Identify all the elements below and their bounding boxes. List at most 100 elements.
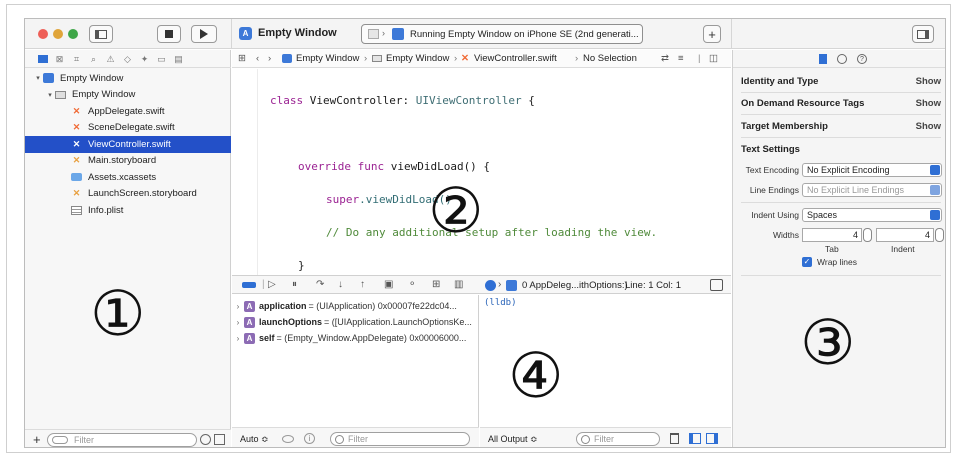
back-button[interactable]: ‹	[256, 53, 259, 64]
project-navigator-tab[interactable]	[37, 54, 48, 64]
status-text: Running Empty Window on iPhone SE (2nd g…	[410, 29, 638, 40]
show-variables-icon[interactable]	[689, 433, 701, 444]
pause-icon[interactable]: ⏸	[292, 279, 297, 290]
asset-catalog-icon	[71, 173, 82, 182]
disclosure-triangle-icon[interactable]: ▾	[33, 74, 43, 82]
source-control-tab[interactable]: ⊠	[54, 54, 65, 64]
report-tab[interactable]: ▤	[173, 54, 184, 64]
debug-bar: | ▷ ⏸ ↷ ↓ ↑ ▣ ⚬ ⊞ ▥ › 0 AppDeleg...ithOp…	[232, 275, 731, 294]
breadcrumb-folder[interactable]: Empty Window	[386, 53, 449, 64]
indent-width-field[interactable]: 4	[876, 228, 934, 242]
variable-row[interactable]: › Aself = (Empty_Window.AppDelegate) 0x000…	[232, 330, 478, 346]
disclosure-triangle-icon[interactable]: ›	[232, 302, 244, 311]
widths-label: Widths	[773, 230, 799, 240]
indent-using-select[interactable]: Spaces	[802, 208, 942, 222]
file-inspector: ? Identity and Type Show On Demand Resou…	[732, 50, 945, 447]
navigator-toggle-button[interactable]	[89, 25, 113, 43]
navigator-item[interactable]: ✕ ViewController.swift	[25, 136, 231, 153]
wrap-lines-checkbox[interactable]: ✓	[802, 257, 812, 267]
trash-icon[interactable]	[670, 433, 679, 444]
editor-options-icon[interactable]: ≡	[678, 53, 684, 64]
navigator-item[interactable]: ▾ Empty Window	[25, 70, 231, 87]
thread-icon[interactable]	[485, 280, 496, 291]
region-marker-2: ②	[428, 174, 484, 247]
scheme-icon	[368, 29, 379, 39]
run-button[interactable]	[191, 25, 217, 43]
step-over-icon[interactable]: ↷	[316, 279, 324, 290]
navigator-item[interactable]: Info.plist	[25, 202, 231, 219]
breadcrumb-symbol[interactable]: No Selection	[583, 53, 637, 64]
help-inspector-tab[interactable]: ?	[857, 54, 867, 64]
library-add-button[interactable]: +	[703, 25, 721, 43]
find-tab[interactable]: ⌕	[88, 54, 99, 64]
breakpoints-toggle-icon[interactable]: ▷	[268, 279, 276, 290]
stop-button[interactable]	[157, 25, 181, 43]
info-icon[interactable]: i	[304, 433, 315, 444]
recent-files-icon[interactable]	[200, 434, 211, 445]
variable-row[interactable]: › AlaunchOptions = ([UIApplication.LaunchO…	[232, 314, 478, 330]
tab-width-stepper[interactable]	[863, 228, 872, 242]
debug-tab[interactable]: ✦	[139, 54, 150, 64]
target-section-header[interactable]: Target Membership Show	[741, 121, 941, 132]
refresh-icon[interactable]: ⇄	[661, 53, 669, 64]
breadcrumb-project[interactable]: Empty Window	[296, 53, 359, 64]
navigator-item[interactable]: Assets.xcassets	[25, 169, 231, 186]
navigator-item[interactable]: ▾ Empty Window	[25, 87, 231, 104]
navigator-item[interactable]: ✕ AppDelegate.swift	[25, 103, 231, 120]
breadcrumb-file[interactable]: ViewController.swift	[474, 53, 557, 64]
stack-frame-label[interactable]: 0 AppDeleg...ithOptions:)	[522, 280, 628, 291]
variable-row[interactable]: › Aapplication = (UIApplication) 0x00007fe…	[232, 298, 478, 314]
disclosure-triangle-icon[interactable]: ›	[232, 318, 244, 327]
navigator-item[interactable]: ✕ LaunchScreen.storyboard	[25, 186, 231, 203]
show-console-icon[interactable]	[706, 433, 718, 444]
navigator-filter-field[interactable]: Filter	[47, 433, 197, 447]
view-hierarchy-icon[interactable]: ▣	[384, 279, 393, 290]
scm-status-icon[interactable]	[214, 434, 225, 445]
stop-icon	[165, 30, 173, 38]
indent-label: Indent	[891, 244, 915, 254]
eye-icon[interactable]	[282, 435, 294, 443]
step-out-icon[interactable]: ↑	[360, 279, 365, 290]
debug-area-toggle[interactable]	[242, 282, 256, 288]
navigator-item[interactable]: ✕ SceneDelegate.swift	[25, 120, 231, 137]
related-items-icon[interactable]: ⊞	[238, 53, 246, 64]
issue-tab[interactable]: ⚠	[105, 54, 116, 64]
history-inspector-tab[interactable]	[837, 54, 847, 64]
environment-icon[interactable]: ⊞	[432, 279, 440, 290]
show-button[interactable]: Show	[916, 121, 941, 132]
symbol-tab[interactable]: ⌗	[71, 54, 82, 64]
disclosure-triangle-icon[interactable]: ›	[232, 334, 244, 343]
output-select[interactable]: All Output ≎	[488, 434, 538, 445]
disclosure-triangle-icon[interactable]: ▾	[45, 91, 55, 99]
indent-width-stepper[interactable]	[935, 228, 944, 242]
close-window-button[interactable]	[38, 29, 48, 39]
odr-section-header[interactable]: On Demand Resource Tags Show	[741, 98, 941, 109]
navigator-item-label: ViewController.swift	[88, 138, 171, 150]
variables-scope-select[interactable]: Auto ≎	[240, 434, 269, 445]
show-button[interactable]: Show	[916, 76, 941, 87]
activity-status[interactable]: › Running Empty Window on iPhone SE (2nd…	[361, 24, 643, 44]
toolbar-divider	[231, 19, 232, 49]
step-into-icon[interactable]: ↓	[338, 279, 343, 290]
show-button[interactable]: Show	[916, 98, 941, 109]
identity-section-header[interactable]: Identity and Type Show	[741, 76, 941, 87]
inspector-toggle-button[interactable]	[912, 25, 934, 43]
console-filter-field[interactable]: Filter	[576, 432, 660, 446]
zoom-window-button[interactable]	[68, 29, 78, 39]
line-gutter	[232, 69, 258, 275]
hide-debug-area-icon[interactable]	[710, 279, 723, 291]
test-tab[interactable]: ◇	[122, 54, 133, 64]
navigator-item[interactable]: ✕ Main.storyboard	[25, 153, 231, 170]
line-endings-select[interactable]: No Explicit Line Endings	[802, 183, 942, 197]
text-encoding-select[interactable]: No Explicit Encoding	[802, 163, 942, 177]
split-editor-icon[interactable]: ◫	[709, 53, 718, 64]
forward-button[interactable]: ›	[268, 53, 271, 64]
variables-filter-field[interactable]: Filter	[330, 432, 470, 446]
add-file-button[interactable]: +	[33, 432, 41, 447]
minimize-window-button[interactable]	[53, 29, 63, 39]
breakpoint-tab[interactable]: ▭	[156, 54, 167, 64]
tab-width-field[interactable]: 4	[802, 228, 862, 242]
memory-graph-icon[interactable]: ⚬	[408, 279, 416, 290]
file-inspector-tab[interactable]	[819, 54, 827, 64]
location-icon[interactable]: ▥	[454, 279, 463, 290]
